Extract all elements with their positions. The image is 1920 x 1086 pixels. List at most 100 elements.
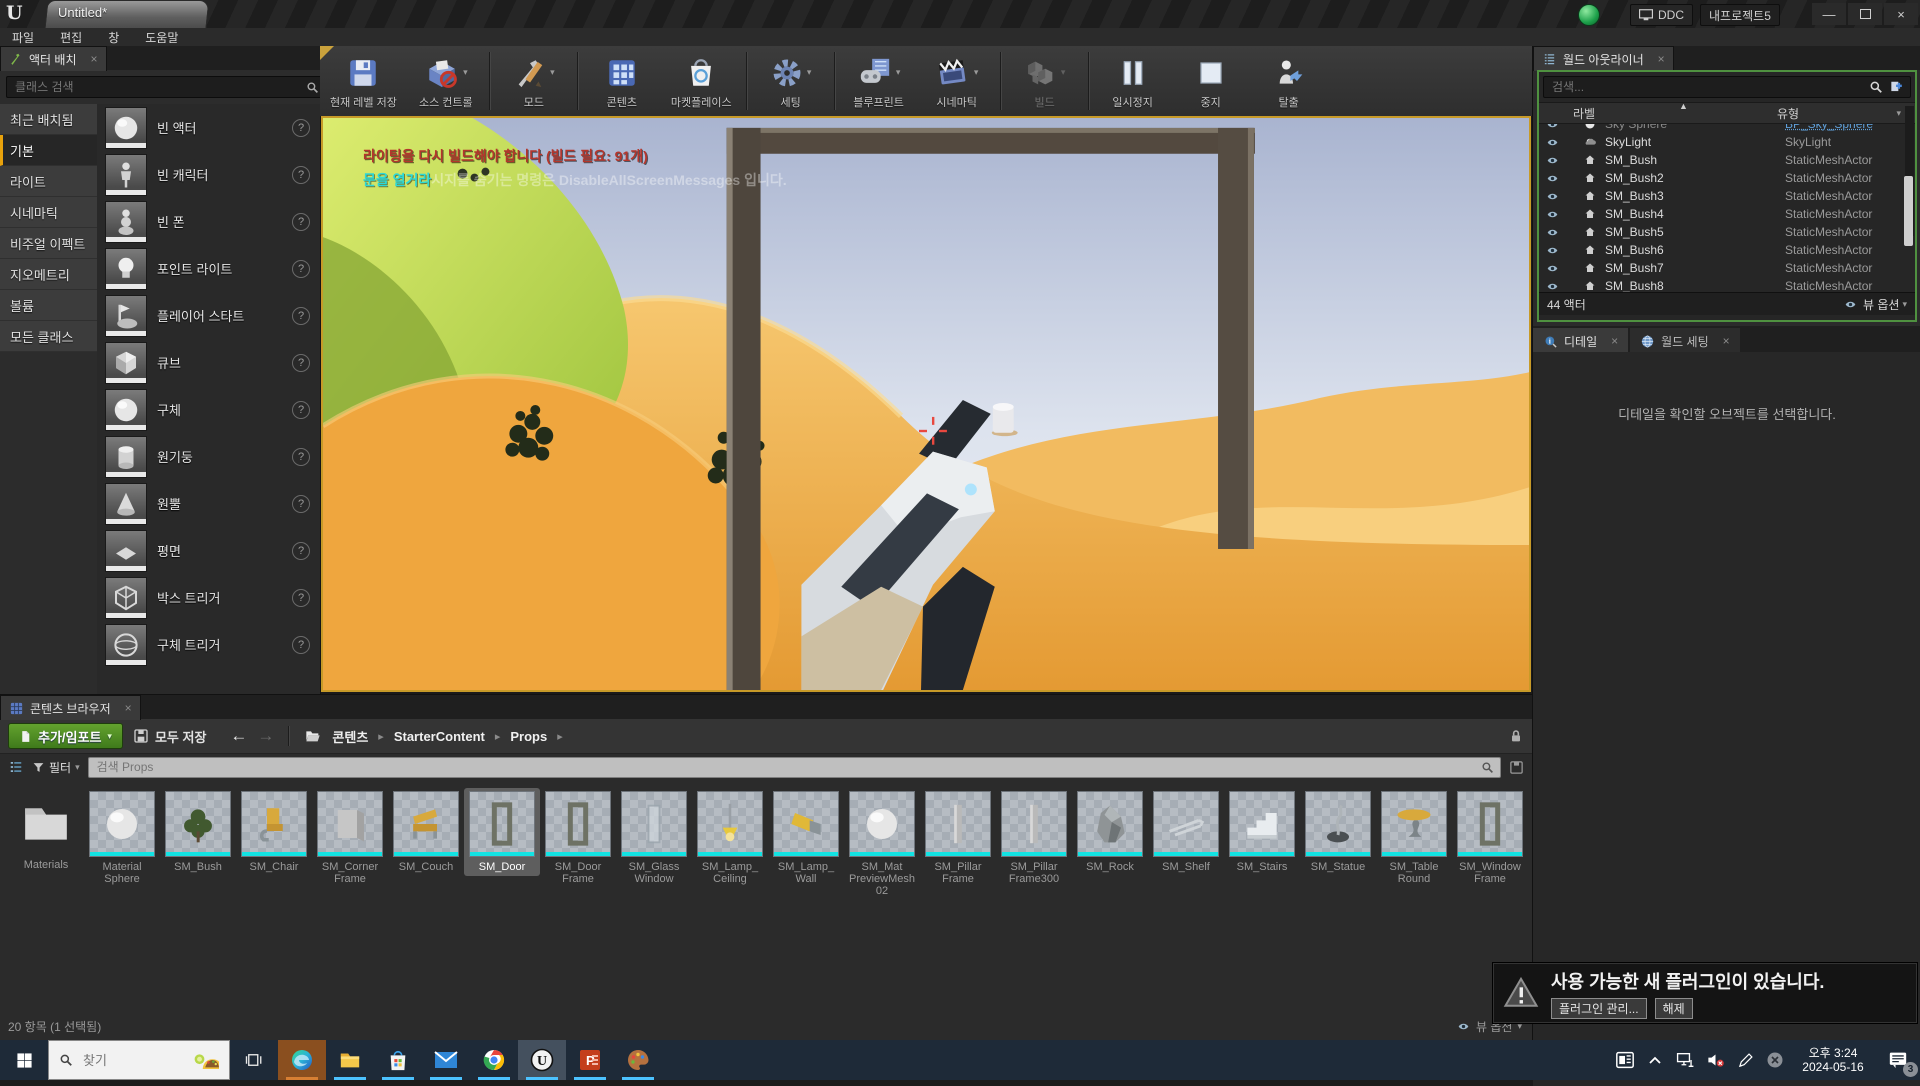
place-item-sphere[interactable]: 구체? [97, 386, 320, 433]
actor-row[interactable]: SM_Bush3StaticMeshActor [1539, 187, 1915, 205]
help-icon[interactable]: ? [292, 542, 310, 560]
visibility-eye-icon[interactable] [1545, 281, 1560, 292]
help-icon[interactable]: ? [292, 636, 310, 654]
outliner-scrollbar[interactable] [1905, 106, 1914, 236]
settings-button[interactable]: ▾세팅 [752, 46, 830, 116]
taskbar-app-unreal[interactable]: U [518, 1040, 566, 1080]
close-icon[interactable]: × [1723, 334, 1730, 348]
save-all-button[interactable]: 모두 저장 [133, 727, 206, 746]
visibility-eye-icon[interactable] [1545, 245, 1560, 256]
actor-row[interactable]: SM_BushStaticMeshActor [1539, 151, 1915, 169]
close-icon[interactable]: × [91, 52, 98, 66]
action-center-button[interactable]: 3 [1876, 1040, 1920, 1080]
taskbar-app-edge[interactable] [278, 1040, 326, 1080]
column-type[interactable]: 유형 [1777, 105, 1799, 122]
level-tab-label[interactable]: Untitled* [58, 5, 107, 20]
filters-button[interactable]: 필터 ▾ [32, 759, 80, 776]
close-button[interactable]: × [1884, 3, 1918, 25]
visibility-eye-icon[interactable] [1545, 155, 1560, 166]
place-item-empty-pawn[interactable]: 빈 폰? [97, 198, 320, 245]
visibility-eye-icon[interactable] [1545, 137, 1560, 148]
place-item-empty-character[interactable]: 빈 캐릭터? [97, 151, 320, 198]
place-item-cone[interactable]: 원뿔? [97, 480, 320, 527]
news-widget-icon[interactable] [1610, 1040, 1640, 1080]
outliner-search-input[interactable] [1550, 79, 1869, 95]
taskbar-app-mail[interactable] [422, 1040, 470, 1080]
task-view-button[interactable] [230, 1040, 278, 1080]
class-search-input[interactable] [13, 79, 306, 95]
category-lights[interactable]: 라이트 [0, 166, 97, 197]
visibility-eye-icon[interactable] [1545, 124, 1560, 130]
asset-tile[interactable]: SM_Corner Frame [312, 788, 388, 888]
asset-tile[interactable]: SM_Bush [160, 788, 236, 876]
visibility-eye-icon[interactable] [1545, 263, 1560, 274]
actor-row[interactable]: SM_Bush8StaticMeshActor [1539, 277, 1915, 292]
actor-row[interactable]: SM_Bush4StaticMeshActor [1539, 205, 1915, 223]
asset-tile[interactable]: Material Sphere [84, 788, 160, 888]
actor-row[interactable]: SM_Bush5StaticMeshActor [1539, 223, 1915, 241]
visibility-eye-icon[interactable] [1545, 191, 1560, 202]
place-item-player-start[interactable]: 플레이어 스타트? [97, 292, 320, 339]
taskbar-app-paint[interactable] [614, 1040, 662, 1080]
asset-tile[interactable]: SM_Door Frame [540, 788, 616, 888]
asset-tile[interactable]: SM_Lamp_ Ceiling [692, 788, 768, 888]
eject-button[interactable]: 탈출 [1250, 46, 1328, 116]
breadcrumb-startercontent[interactable]: StarterContent [394, 729, 485, 744]
category-volumes[interactable]: 볼륨 [0, 290, 97, 321]
taskbar-clock[interactable]: 오후 3:24 2024-05-16 [1790, 1040, 1876, 1080]
tab-place-actors[interactable]: 액터 배치 × [0, 46, 107, 71]
sources-panel-icon[interactable] [8, 760, 24, 774]
menu-file[interactable]: 파일 [12, 29, 34, 46]
asset-tile[interactable]: SM_Glass Window [616, 788, 692, 888]
help-icon[interactable]: ? [292, 307, 310, 325]
help-icon[interactable]: ? [292, 401, 310, 419]
category-visual-effects[interactable]: 비주얼 이펙트 [0, 228, 97, 259]
visibility-eye-icon[interactable] [1545, 173, 1560, 184]
place-item-plane[interactable]: 평면? [97, 527, 320, 574]
start-button[interactable] [0, 1040, 48, 1080]
volume-muted-icon[interactable] [1700, 1040, 1730, 1080]
help-icon[interactable]: ? [292, 166, 310, 184]
modes-button[interactable]: ▾모드 [495, 46, 573, 116]
asset-tile[interactable]: SM_Table Round [1376, 788, 1452, 888]
category-cinematic[interactable]: 시네마틱 [0, 197, 97, 228]
menu-help[interactable]: 도움말 [145, 29, 178, 46]
actor-row[interactable]: SM_Bush7StaticMeshActor [1539, 259, 1915, 277]
dismiss-button[interactable]: 해제 [1655, 998, 1693, 1019]
asset-tile[interactable]: SM_Pillar Frame300 [996, 788, 1072, 888]
network-icon[interactable] [1670, 1040, 1700, 1080]
cinematics-button[interactable]: ▾시네마틱 [918, 46, 996, 116]
menu-edit[interactable]: 편집 [60, 29, 82, 46]
help-icon[interactable]: ? [292, 448, 310, 466]
close-icon[interactable]: × [1611, 334, 1618, 348]
tab-world-settings[interactable]: 월드 세팅× [1630, 328, 1740, 354]
tray-app-icon[interactable] [1760, 1040, 1790, 1080]
help-icon[interactable]: ? [292, 260, 310, 278]
place-item-empty-actor[interactable]: 빈 액터? [97, 104, 320, 151]
visibility-eye-icon[interactable] [1545, 227, 1560, 238]
actor-row[interactable]: SkyLightSkyLight [1539, 133, 1915, 151]
actor-row[interactable]: Sky SphereBP_Sky_Sphere [1539, 124, 1915, 133]
taskbar-app-store[interactable] [374, 1040, 422, 1080]
asset-tile[interactable]: SM_Shelf [1148, 788, 1224, 876]
tray-expand-chevron-icon[interactable] [1640, 1040, 1670, 1080]
close-icon[interactable]: × [125, 701, 132, 715]
breadcrumb-content[interactable]: 콘텐츠 [332, 727, 368, 746]
ddc-button[interactable]: DDC [1630, 4, 1693, 26]
add-actor-icon[interactable] [1888, 80, 1904, 94]
tab-world-outliner[interactable]: 월드 아웃라이너 × [1533, 46, 1674, 71]
maximize-button[interactable] [1848, 3, 1882, 25]
forward-button[interactable]: → [257, 726, 274, 746]
taskbar-app-powerpoint[interactable]: P [566, 1040, 614, 1080]
asset-tile[interactable]: SM_Chair [236, 788, 312, 876]
tab-content-browser[interactable]: 콘텐츠 브라우저 × [0, 695, 141, 720]
lock-icon[interactable] [1508, 728, 1524, 744]
asset-tile[interactable]: SM_Stairs [1224, 788, 1300, 876]
pen-icon[interactable] [1730, 1040, 1760, 1080]
save-search-icon[interactable] [1509, 760, 1524, 775]
actor-row[interactable]: SM_Bush2StaticMeshActor [1539, 169, 1915, 187]
asset-search-input[interactable] [95, 759, 1481, 775]
close-icon[interactable]: × [1658, 52, 1665, 66]
place-item-cylinder[interactable]: 원기둥? [97, 433, 320, 480]
tab-details[interactable]: 디테일× [1533, 328, 1628, 354]
